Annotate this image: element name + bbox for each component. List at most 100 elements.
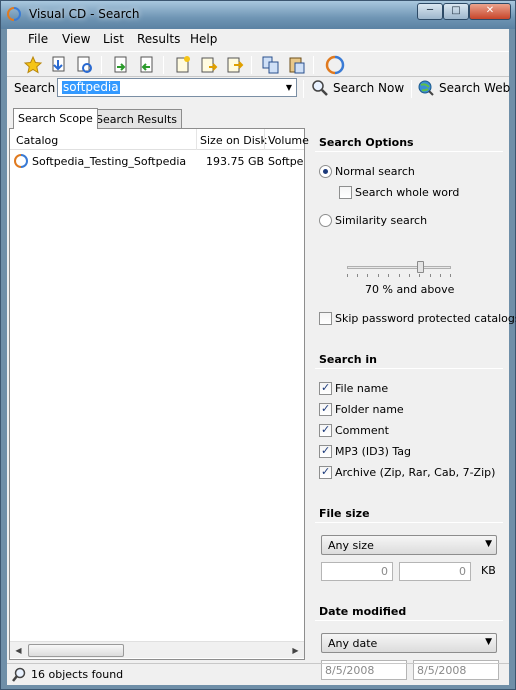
magnifier-icon <box>12 667 26 682</box>
scroll-right-icon[interactable]: ▶ <box>287 642 304 659</box>
doc-green-arrow-icon[interactable] <box>111 55 131 75</box>
section-divider <box>315 368 503 369</box>
checkbox[interactable] <box>319 381 332 395</box>
toolbar-separator <box>313 56 314 74</box>
visual-cd-icon <box>7 7 21 21</box>
checkbox[interactable] <box>319 423 332 437</box>
slider-track <box>347 266 451 269</box>
radio-button[interactable] <box>319 165 332 178</box>
down-arrow-doc-icon[interactable] <box>49 55 69 75</box>
search-web-button[interactable]: Search Web <box>417 79 511 99</box>
checkbox[interactable] <box>319 444 332 458</box>
paste-icon[interactable] <box>287 55 307 75</box>
catalog-list: Catalog Size on Disk Volume Softpedia_Te… <box>9 128 309 660</box>
file-size-title: File size <box>319 507 370 520</box>
column-divider[interactable] <box>264 129 265 150</box>
refresh-doc-icon[interactable] <box>75 55 95 75</box>
new-doc-icon[interactable] <box>173 55 193 75</box>
table-row[interactable]: Softpedia_Testing_Softpedia 193.75 GB So… <box>10 153 304 171</box>
slider-thumb[interactable] <box>417 261 424 273</box>
checkbox[interactable] <box>319 312 332 325</box>
menu-file[interactable]: File <box>28 32 48 46</box>
file-size-mode: Any size <box>328 539 374 552</box>
minimize-button[interactable]: ─ <box>417 3 443 20</box>
tab-search-scope[interactable]: Search Scope <box>13 108 98 129</box>
options-panel: Search Options Normal search Search whol… <box>311 128 516 680</box>
column-header-size[interactable]: Size on Disk <box>200 134 267 147</box>
similarity-slider[interactable] <box>347 261 451 279</box>
close-button[interactable]: ✕ <box>469 3 511 20</box>
toolbar-separator <box>411 80 412 98</box>
scroll-left-icon[interactable]: ◀ <box>10 642 27 659</box>
doc-red-arrow-icon[interactable] <box>137 55 157 75</box>
magnifier-icon <box>312 80 328 96</box>
search-now-label: Search Now <box>333 81 405 95</box>
menu-bar: File View List Results Help <box>7 29 509 49</box>
column-header-catalog[interactable]: Catalog <box>16 134 58 147</box>
chevron-down-icon[interactable]: ▼ <box>282 79 296 96</box>
catalog-name: Softpedia_Testing_Softpedia <box>32 155 187 168</box>
section-divider <box>315 522 503 523</box>
section-divider <box>315 620 503 621</box>
similarity-search-label: Similarity search <box>335 214 428 227</box>
toolbar-separator <box>101 56 102 74</box>
checkbox[interactable] <box>319 402 332 416</box>
date-modified-title: Date modified <box>319 605 407 618</box>
mp3-tag-label: MP3 (ID3) Tag <box>335 445 412 458</box>
tab-search-results[interactable]: Search Results <box>91 109 183 129</box>
horizontal-scrollbar[interactable]: ◀ ▶ <box>10 641 304 658</box>
column-divider[interactable] <box>196 129 197 150</box>
scrollbar-thumb[interactable] <box>28 644 124 657</box>
title-bar[interactable]: Visual CD - Search ─ □ ✕ <box>1 1 515 29</box>
toolbar-separator <box>251 56 252 74</box>
file-size-unit: KB <box>481 564 496 577</box>
checkbox[interactable] <box>319 465 332 479</box>
app-window: Visual CD - Search ─ □ ✕ File View List … <box>0 0 516 690</box>
menu-view[interactable]: View <box>62 32 90 46</box>
radio-button[interactable] <box>319 214 332 227</box>
folder-name-label: Folder name <box>335 403 404 416</box>
date-modified-select[interactable]: Any date ▼ <box>321 633 497 653</box>
copy-icon[interactable] <box>261 55 281 75</box>
status-text: 16 objects found <box>31 668 124 681</box>
search-now-button[interactable]: Search Now <box>311 79 407 99</box>
search-input-value[interactable]: softpedia <box>62 81 120 94</box>
date-modified-mode: Any date <box>328 637 378 650</box>
doc-export-icon[interactable] <box>225 55 245 75</box>
slider-ticks <box>347 274 451 278</box>
skip-password-label: Skip password protected catalogs <box>335 312 516 325</box>
similarity-percent: 70 % and above <box>365 283 455 296</box>
toolbar <box>7 51 509 77</box>
list-header: Catalog Size on Disk Volume <box>10 129 309 150</box>
file-size-min-field[interactable]: 0 <box>321 562 393 581</box>
search-options-title: Search Options <box>319 136 414 149</box>
menu-help[interactable]: Help <box>190 32 217 46</box>
menu-list[interactable]: List <box>103 32 124 46</box>
menu-results[interactable]: Results <box>137 32 180 46</box>
search-label: Search <box>14 81 56 95</box>
checkbox[interactable] <box>339 186 352 199</box>
visual-cd-icon[interactable] <box>325 55 345 75</box>
client-area: File View List Results Help Search softp… <box>7 29 516 685</box>
window-title: Visual CD - Search <box>29 7 140 21</box>
column-header-volume[interactable]: Volume <box>268 134 309 147</box>
whole-word-label: Search whole word <box>355 186 460 199</box>
toolbar-separator <box>303 80 304 98</box>
status-bar: 16 objects found <box>7 663 509 685</box>
archive-label: Archive (Zip, Rar, Cab, 7-Zip) <box>335 466 496 479</box>
catalog-size: 193.75 GB <box>206 155 265 168</box>
file-size-select[interactable]: Any size ▼ <box>321 535 497 555</box>
maximize-button[interactable]: □ <box>443 3 469 20</box>
section-divider <box>315 151 503 152</box>
doc-add-icon[interactable] <box>199 55 219 75</box>
file-name-label: File name <box>335 382 389 395</box>
star-icon[interactable] <box>23 55 43 75</box>
toolbar-separator <box>163 56 164 74</box>
file-size-max-field[interactable]: 0 <box>399 562 471 581</box>
catalog-icon <box>14 154 28 168</box>
search-web-label: Search Web <box>439 81 511 95</box>
normal-search-label: Normal search <box>335 165 415 178</box>
search-input[interactable]: softpedia ▼ <box>57 78 297 97</box>
chevron-down-icon: ▼ <box>485 637 492 647</box>
chevron-down-icon: ▼ <box>485 539 492 549</box>
